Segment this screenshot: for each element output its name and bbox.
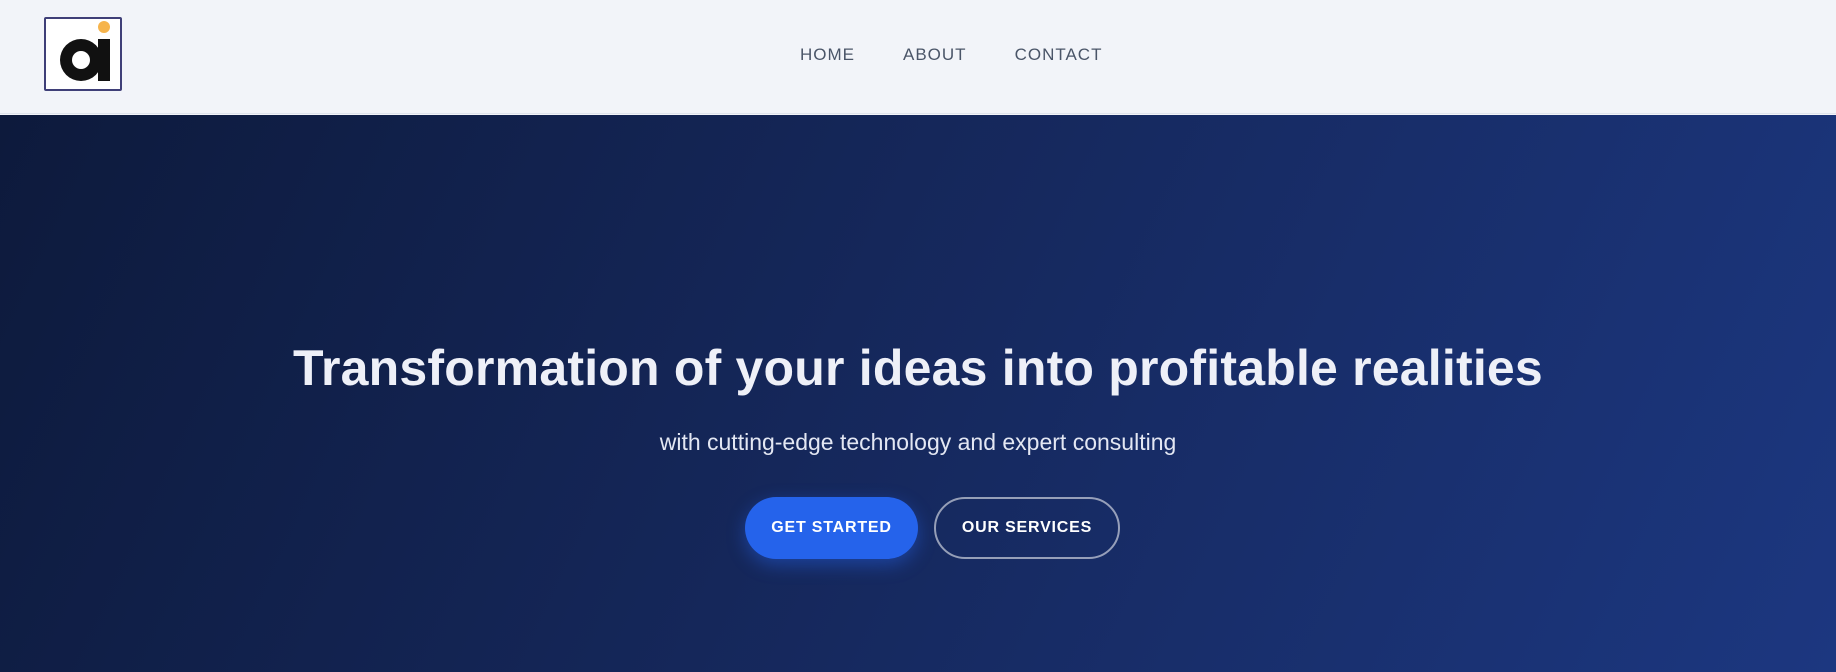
hero-subtitle: with cutting-edge technology and expert … [659,429,1177,455]
hero-title: Transformation of your ideas into profit… [293,340,1543,396]
page: HOME ABOUT CONTACT Transformation of you… [0,0,1836,672]
site-header: HOME ABOUT CONTACT [0,0,1836,114]
our-services-button[interactable]: OUR SERVICES [934,497,1120,559]
nav-link-contact[interactable]: CONTACT [1015,45,1103,65]
nav-link-home[interactable]: HOME [800,45,855,65]
get-started-button[interactable]: GET STARTED [745,497,918,559]
main-nav: HOME ABOUT CONTACT [800,40,1102,70]
ai-logo-icon [60,21,110,81]
hero-section: Transformation of your ideas into profit… [0,115,1836,672]
site-logo[interactable] [44,17,122,91]
nav-link-about[interactable]: ABOUT [903,45,967,65]
